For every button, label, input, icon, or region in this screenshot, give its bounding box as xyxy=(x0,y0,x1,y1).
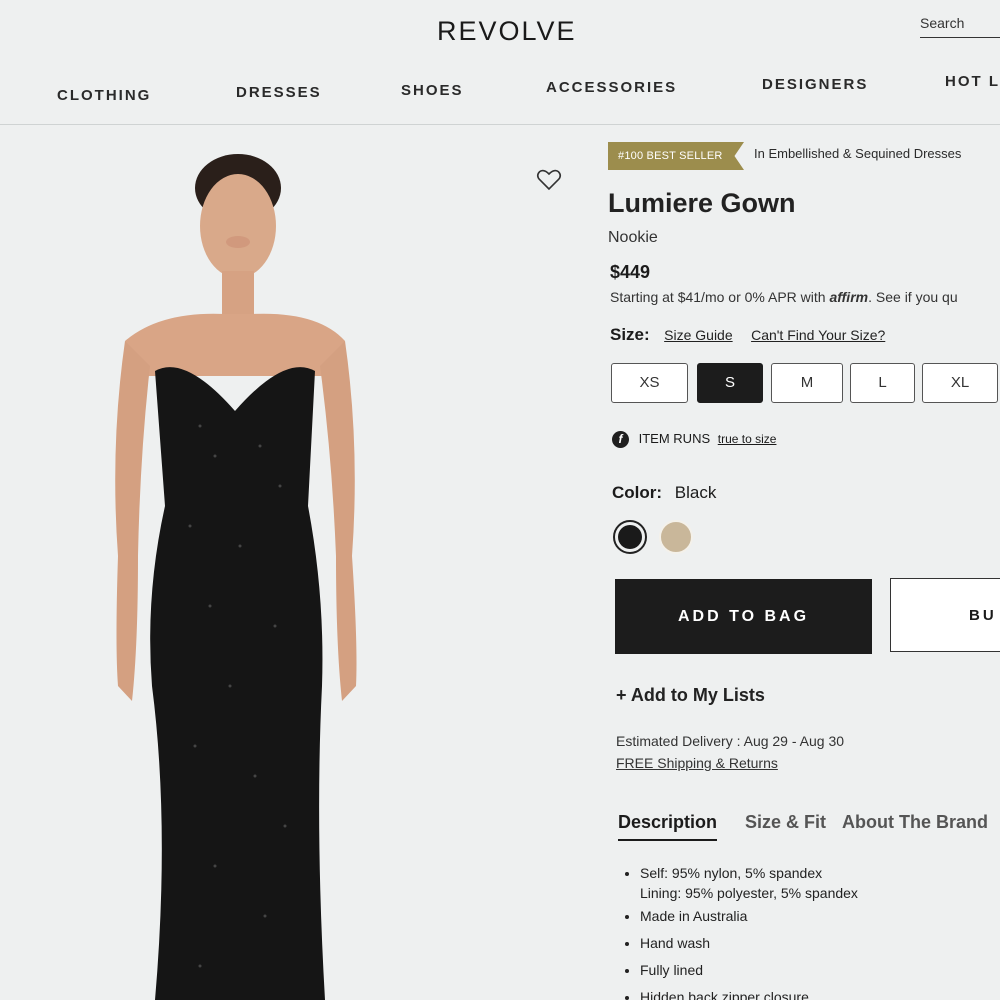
fit-link[interactable]: true to size xyxy=(718,432,777,446)
product-info: #100 BEST SELLER In Embellished & Sequin… xyxy=(600,126,1000,1000)
size-option-xl[interactable]: XL xyxy=(922,363,998,403)
add-to-bag-button[interactable]: ADD TO BAG xyxy=(615,579,872,654)
fit-icon: f xyxy=(612,431,629,449)
size-label: Size: xyxy=(610,325,650,344)
nav-accessories[interactable]: ACCESSORIES xyxy=(546,79,677,96)
description-line: Lining: 95% polyester, 5% spandex xyxy=(640,885,858,901)
size-option-l[interactable]: L xyxy=(850,363,915,403)
product-brand[interactable]: Nookie xyxy=(608,229,658,247)
tab-about-brand[interactable]: About The Brand xyxy=(842,812,988,833)
search-input[interactable]: Search xyxy=(920,12,1000,38)
add-to-lists-button[interactable]: + Add to My Lists xyxy=(616,685,765,706)
list-item: Hand wash xyxy=(640,933,1000,953)
tab-size-fit[interactable]: Size & Fit xyxy=(745,812,826,833)
financing-prefix: Starting at $41/mo or 0% APR with xyxy=(610,289,826,305)
nav-clothing[interactable]: CLOTHING xyxy=(57,87,151,104)
swatch-gold[interactable] xyxy=(659,520,693,554)
list-item: Fully lined xyxy=(640,960,1000,980)
site-header: REVOLVE Search CLOTHING DRESSES SHOES AC… xyxy=(0,0,1000,125)
tab-description[interactable]: Description xyxy=(618,812,718,841)
color-header: Color: Black xyxy=(612,483,716,503)
main-nav: CLOTHING DRESSES SHOES ACCESSORIES DESIG… xyxy=(0,73,1000,105)
financing-suffix[interactable]: . See if you qu xyxy=(868,289,958,305)
color-value: Black xyxy=(674,483,717,502)
size-header: Size: Size Guide Can't Find Your Size? xyxy=(610,325,899,345)
description-list: Self: 95% nylon, 5% spandex Lining: 95% … xyxy=(640,863,1000,1000)
product-tabs: Description Size & Fit About The Brand xyxy=(616,812,1000,844)
color-swatches xyxy=(613,520,733,558)
site-logo[interactable]: REVOLVE xyxy=(437,16,577,47)
cant-find-size-link[interactable]: Can't Find Your Size? xyxy=(751,327,885,343)
nav-shoes[interactable]: SHOES xyxy=(401,82,464,99)
product-image[interactable] xyxy=(0,126,590,1000)
product-price: $449 xyxy=(610,262,651,282)
swatch-black-dot xyxy=(618,525,642,549)
financing-info: Starting at $41/mo or 0% APR with affirm… xyxy=(610,289,958,305)
swatch-black[interactable] xyxy=(613,520,647,554)
free-shipping-link[interactable]: FREE Shipping & Returns xyxy=(616,755,778,771)
affirm-logo: affirm xyxy=(829,289,869,305)
best-seller-badge: #100 BEST SELLER xyxy=(608,142,744,170)
list-item: Self: 95% nylon, 5% spandex Lining: 95% … xyxy=(640,863,1000,903)
best-seller-category[interactable]: In Embellished & Sequined Dresses xyxy=(754,146,961,161)
description-line: Self: 95% nylon, 5% spandex xyxy=(640,865,823,881)
size-option-xs[interactable]: XS xyxy=(611,363,688,403)
color-label: Color: xyxy=(612,483,663,502)
size-guide-link[interactable]: Size Guide xyxy=(664,327,732,343)
nav-dresses[interactable]: DRESSES xyxy=(236,84,322,101)
fit-info: f ITEM RUNS true to size xyxy=(612,431,777,449)
list-item: Hidden back zipper closure xyxy=(640,987,1000,1000)
estimated-delivery: Estimated Delivery : Aug 29 - Aug 30 xyxy=(616,733,845,749)
product-title: Lumiere Gown xyxy=(608,188,796,218)
size-selector: XS S M L XL xyxy=(611,363,1000,403)
fit-text: ITEM RUNS xyxy=(638,431,711,446)
nav-hot-list[interactable]: HOT L xyxy=(945,73,1000,90)
size-option-m[interactable]: M xyxy=(771,363,843,403)
heart-icon[interactable] xyxy=(536,168,562,192)
list-item: Made in Australia xyxy=(640,906,1000,926)
model-photo xyxy=(0,126,590,1000)
size-option-s[interactable]: S xyxy=(697,363,763,403)
buy-now-button[interactable]: BU xyxy=(890,578,1000,652)
nav-designers[interactable]: DESIGNERS xyxy=(762,76,868,93)
